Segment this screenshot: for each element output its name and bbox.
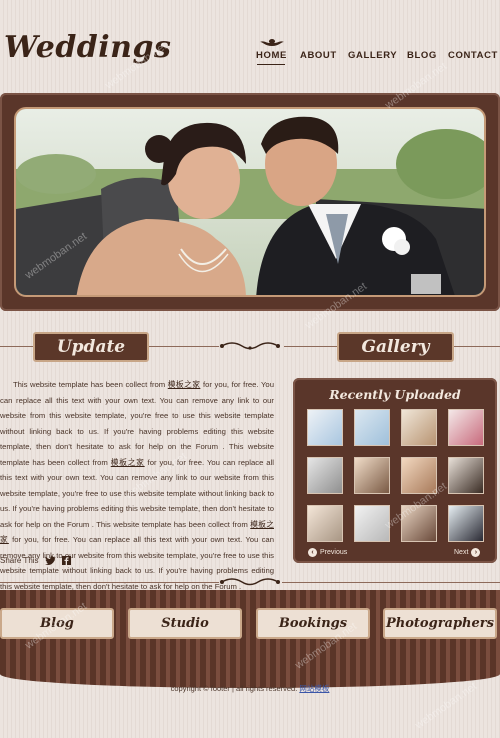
nav-blog[interactable]: BLOG <box>407 50 437 61</box>
divider-line <box>282 582 500 583</box>
scroll-ornament-icon <box>220 342 280 350</box>
article-link[interactable]: 模板之家 <box>168 380 201 389</box>
gallery-thumbnail[interactable] <box>448 409 484 446</box>
gallery-thumbnail[interactable] <box>307 457 343 494</box>
hero-photo <box>14 107 486 297</box>
article-text: for you, for free. You can replace all t… <box>0 457 274 529</box>
gallery-prev-button[interactable]: ‹ Previous <box>308 548 347 557</box>
update-heading: Update <box>33 332 149 362</box>
divider-line <box>284 346 337 347</box>
footer-link-bookings[interactable]: Bookings <box>256 608 370 639</box>
divider-line <box>0 346 33 347</box>
gallery-prev-label: Previous <box>320 549 348 556</box>
footer-link-photographers[interactable]: Photographers <box>383 608 497 639</box>
home-ornament-icon <box>260 39 284 46</box>
gallery-thumbnail[interactable] <box>401 505 437 542</box>
twitter-icon[interactable] <box>44 556 56 565</box>
footer-link-blog[interactable]: Blog <box>0 608 114 639</box>
active-nav-underline <box>257 64 285 65</box>
gallery-thumbnail[interactable] <box>401 457 437 494</box>
gallery-thumbnail[interactable] <box>401 409 437 446</box>
divider-line <box>149 346 219 347</box>
article-text: This website template has been collect f… <box>12 380 168 389</box>
copyright: copyright © footer | all rights reserved… <box>0 683 500 694</box>
couple-photo-illustration <box>16 109 484 295</box>
article-text: for you, for free. You can replace all t… <box>0 380 274 467</box>
gallery-thumbnail[interactable] <box>448 457 484 494</box>
nav-contact[interactable]: CONTACT <box>448 50 498 61</box>
article-link[interactable]: 模板之家 <box>111 458 145 467</box>
gallery-next-label: Next <box>454 549 469 556</box>
facebook-icon[interactable] <box>61 556 71 565</box>
nav-about[interactable]: ABOUT <box>300 50 337 61</box>
arrow-right-icon: › <box>471 548 481 557</box>
gallery-thumbnail[interactable] <box>307 409 343 446</box>
scroll-ornament-icon <box>220 578 280 586</box>
copyright-link[interactable]: 网站模板 <box>299 684 329 693</box>
copyright-text: copyright © footer | all rights reserved… <box>170 684 300 693</box>
share-label: Share This <box>0 556 39 565</box>
footer-link-studio[interactable]: Studio <box>128 608 242 639</box>
hero-frame <box>0 93 500 311</box>
divider-line <box>0 582 219 583</box>
arrow-left-icon: ‹ <box>308 548 317 557</box>
share-bar: Share This <box>0 556 71 565</box>
gallery-thumbnail[interactable] <box>307 505 343 542</box>
gallery-heading: Gallery <box>337 332 454 362</box>
gallery-thumbnail[interactable] <box>448 505 484 542</box>
divider-line <box>454 346 500 347</box>
gallery-thumbnail[interactable] <box>354 505 390 542</box>
gallery-next-button[interactable]: Next › <box>454 548 481 557</box>
nav-gallery[interactable]: GALLERY <box>348 50 397 61</box>
footer-link-band <box>0 590 500 688</box>
nav-home[interactable]: HOME <box>256 50 287 61</box>
gallery-panel-title: Recently Uploaded <box>329 387 461 402</box>
gallery-thumbnail[interactable] <box>354 409 390 446</box>
site-logo[interactable]: Weddings <box>4 30 171 65</box>
gallery-thumbnail[interactable] <box>354 457 390 494</box>
